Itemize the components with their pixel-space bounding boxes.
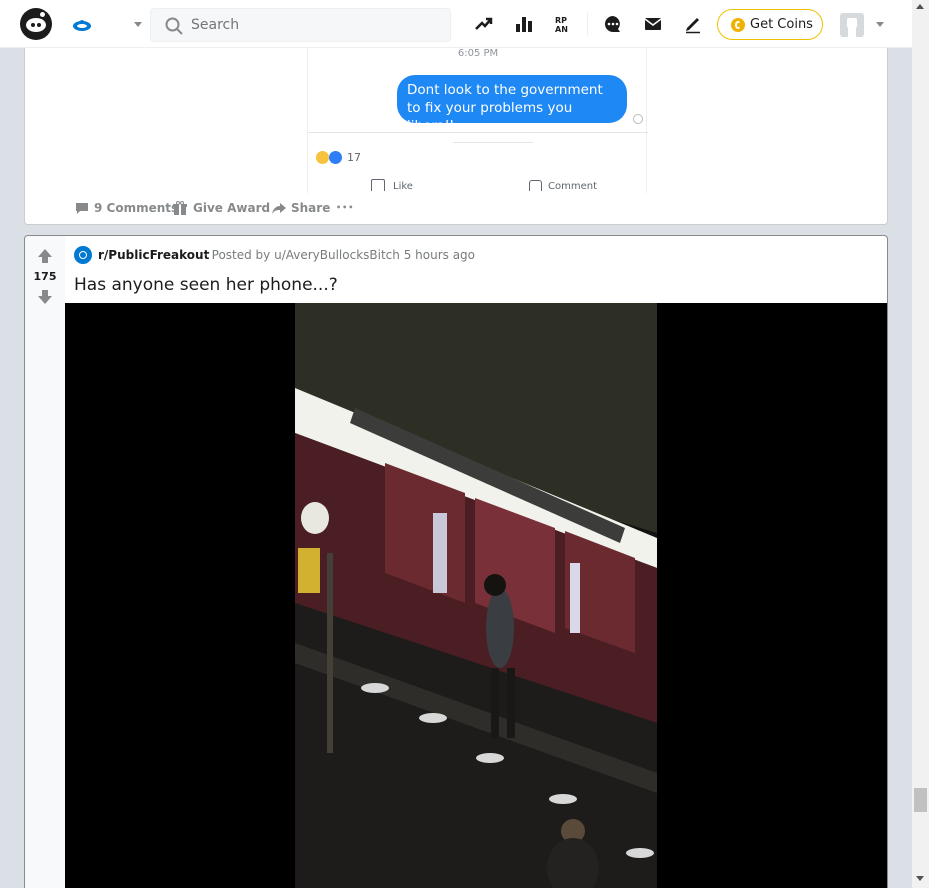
mail-icon[interactable] [643,14,663,34]
reddit-logo[interactable] [20,8,52,40]
downvote-icon[interactable] [37,289,53,305]
reaction-count: 17 [347,151,361,164]
more-options-icon: ••• [336,203,355,212]
coins-icon [731,18,745,32]
get-coins-button[interactable]: Get Coins [717,9,823,40]
like-reaction-icon [329,151,342,164]
divider [453,142,533,143]
message-timestamp: 6:05 PM [457,48,499,59]
header-divider [587,12,588,36]
chevron-down-icon[interactable] [874,18,886,30]
avatar[interactable] [840,13,864,37]
comment-label: Comment [548,181,597,192]
logo-eye [31,23,35,27]
comment-icon [529,180,542,191]
get-coins-label: Get Coins [750,17,813,32]
logo-antenna [40,12,45,17]
all-icon[interactable] [514,14,534,34]
comments-button[interactable]: 9 Comments [74,198,178,218]
create-post-icon[interactable] [683,14,703,34]
svg-text:AN: AN [555,25,568,34]
message-bubble: Dont look to the government to fix your … [397,75,627,134]
rpan-icon[interactable]: RP AN [554,14,574,34]
home-icon[interactable] [72,14,92,34]
search-bar[interactable] [150,8,451,42]
video-scene-image [295,303,657,888]
haha-reaction-icon [316,151,329,164]
scroll-down-arrow[interactable] [916,876,924,881]
popular-icon[interactable] [474,14,494,34]
post-title[interactable]: Has anyone seen her phone...? [74,275,338,295]
gift-icon [173,201,187,215]
scrollbar[interactable] [912,0,929,888]
subreddit-icon[interactable] [74,246,92,264]
user-avatar-icon [847,18,857,37]
comment-icon [76,203,88,214]
seen-icon [633,114,643,124]
posted-by: · Posted by u/AveryBullocksBitch 5 hours… [204,248,476,262]
share-label: Share [291,201,331,215]
more-options-button[interactable]: ••• [336,198,356,218]
give-award-label: Give Award [193,201,271,215]
search-icon [165,17,183,35]
share-button[interactable]: Share [271,198,331,218]
post-image-screenshot[interactable]: 6:05 PM Dont look to the government to f… [307,48,648,193]
post-card[interactable]: 175 r/PublicFreakout · Posted by u/Avery… [24,235,888,888]
share-icon [272,203,286,214]
logo-eye [37,23,41,27]
divider [308,132,648,133]
logo-face [26,18,46,32]
like-label: Like [393,181,413,192]
comments-label: 9 Comments [94,201,179,215]
svg-text:RP: RP [555,16,567,25]
search-input[interactable] [191,15,431,35]
chevron-down-icon[interactable] [132,18,144,30]
video-frame [295,303,657,888]
subreddit-link[interactable]: r/PublicFreakout [98,248,209,262]
top-navigation-bar: RP AN Get Coins [0,0,912,48]
post-card[interactable]: 6:05 PM Dont look to the government to f… [24,48,888,225]
vote-count: 175 [33,270,57,283]
chat-icon[interactable] [603,14,623,34]
vote-bar: 175 [25,236,65,888]
give-award-button[interactable]: Give Award [172,198,270,218]
scrollbar-thumb[interactable] [914,788,927,812]
video-player[interactable] [65,303,887,888]
like-icon [371,179,385,191]
scroll-up-arrow[interactable] [916,4,924,9]
upvote-icon[interactable] [37,248,53,264]
